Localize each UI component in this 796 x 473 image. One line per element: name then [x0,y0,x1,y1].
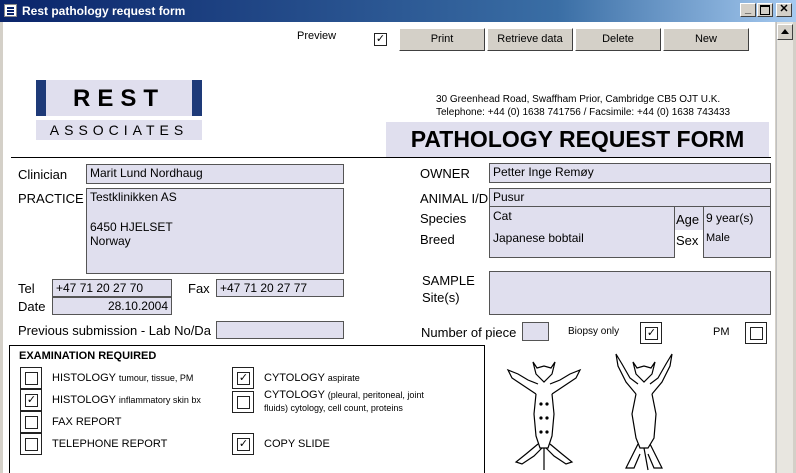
copy-slide-label: COPY SLIDE [264,438,330,450]
fax-report-checkbox[interactable] [25,416,38,429]
pm-label: PM [713,326,730,338]
delete-button[interactable]: Delete [575,28,661,51]
animal-id-label: ANIMAL I/D [420,191,489,206]
cytology-aspirate-checkbox[interactable]: ✓ [237,372,250,385]
animal-id-field[interactable]: Pusur [493,190,524,204]
species-field[interactable]: Cat [493,209,512,223]
fax-field[interactable]: +47 71 20 27 77 [216,279,344,297]
close-button[interactable]: ✕ [776,3,792,17]
histology-inflammatory-frame: ✓ [20,389,42,411]
contact-text: Telephone: +44 (0) 1638 741756 / Facsimi… [436,107,731,118]
telephone-report-frame [20,433,42,455]
sex-field[interactable]: Male [706,232,730,244]
vertical-scrollbar[interactable] [776,22,793,473]
preview-checkbox[interactable]: ✓ [374,33,387,46]
copy-slide-frame: ✓ [232,433,254,455]
practice-label: PRACTICE [18,191,84,206]
histology-tumour-frame [20,367,42,389]
dorsal-view-icon [615,353,673,471]
minimize-button[interactable]: _ [740,3,756,17]
form-icon[interactable] [4,4,17,17]
address-text: 30 Greenhead Road, Swaffham Prior, Cambr… [436,94,721,105]
histology-inflammatory-checkbox[interactable]: ✓ [25,394,38,407]
owner-label: OWNER [420,166,470,181]
minimize-icon: _ [744,3,752,15]
ventral-view-icon [506,361,582,470]
sample-label: SAMPLE [422,273,475,288]
tel-label: Tel [18,281,35,296]
biopsy-only-label: Biopsy only [568,326,620,337]
form-area: Preview ✓ Print Retrieve data Delete New… [3,22,775,473]
cytology-aspirate-label: CYTOLOGY aspirate [264,372,360,384]
retrieve-data-button[interactable]: Retrieve data [487,28,573,51]
telephone-report-label: TELEPHONE REPORT [52,438,168,450]
sample-sites-field[interactable] [489,271,771,315]
previous-submission-label: Previous submission - Lab No/Da [18,323,211,338]
fax-report-label: FAX REPORT [52,416,122,428]
age-field[interactable]: 9 year(s) [706,211,753,225]
print-button[interactable]: Print [399,28,485,51]
previous-submission-field[interactable] [216,321,344,339]
maximize-icon [760,5,770,15]
logo-associates-text: ASSOCIATES [49,122,189,138]
number-of-pieces-field[interactable] [522,322,549,341]
breed-field[interactable]: Japanese bobtail [493,231,584,245]
age-divider-2 [703,207,704,258]
window-title: Rest pathology request form [22,4,186,18]
practice-line-3: Norway [90,234,131,248]
cytology-fluids-checkbox[interactable] [237,396,250,409]
copy-slide-checkbox[interactable]: ✓ [237,438,250,451]
sites-label: Site(s) [422,290,460,305]
cytology-aspirate-frame: ✓ [232,367,254,389]
date-field[interactable]: 28.10.2004 [52,297,172,315]
clinician-label: Clinician [18,167,68,182]
histology-tumour-label: HISTOLOGY tumour, tissue, PM [52,372,194,384]
new-button[interactable]: New [663,28,749,51]
practice-field[interactable]: Testklinikken AS 6450 HJELSET Norway [86,188,344,274]
logo-rest-text: REST [72,85,165,112]
telephone-report-checkbox[interactable] [25,438,38,451]
tel-field[interactable]: +47 71 20 27 70 [52,279,172,297]
age-label: Age [676,212,700,227]
sex-label: Sex [676,233,699,248]
examination-heading: EXAMINATION REQUIRED [19,350,157,362]
species-label: Species [420,211,467,226]
cat-body-diagram[interactable] [498,344,698,473]
rest-logo: REST ASSOCIATES [36,80,202,142]
histology-inflammatory-label: HISTOLOGY inflammatory skin bx [52,394,201,406]
maximize-button[interactable] [757,3,773,17]
cytology-fluids-label: CYTOLOGY (pleural, peritoneal, joint flu… [264,389,424,413]
cytology-fluids-frame [232,391,254,413]
biopsy-only-frame: ✓ [640,322,662,344]
close-icon: ✕ [779,3,789,15]
practice-line-2: 6450 HJELSET [90,220,173,234]
practice-line-1: Testklinikken AS [90,190,177,204]
biopsy-only-checkbox[interactable]: ✓ [645,327,658,340]
owner-field[interactable]: Petter Inge Remøy [489,163,771,183]
fax-label: Fax [188,281,210,296]
histology-tumour-checkbox[interactable] [25,372,38,385]
form-title: PATHOLOGY REQUEST FORM [410,126,745,152]
preview-label: Preview [297,30,337,42]
pm-checkbox[interactable] [750,327,763,340]
fax-report-frame [20,411,42,433]
date-label: Date [18,299,46,314]
pm-frame [745,322,767,344]
clinician-field[interactable]: Marit Lund Nordhaug [86,164,344,184]
number-of-pieces-label: Number of piece [421,325,517,340]
scroll-up-button[interactable] [777,24,793,40]
animal-divider [489,206,771,207]
breed-label: Breed [420,232,455,247]
header-divider [11,157,771,158]
